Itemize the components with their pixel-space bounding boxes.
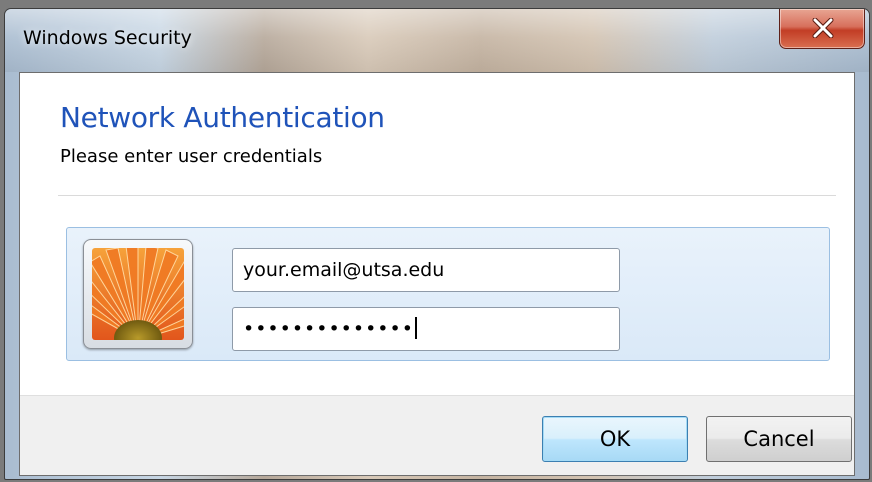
cancel-button[interactable]: Cancel bbox=[706, 416, 852, 462]
title-bar[interactable]: Windows Security bbox=[5, 9, 869, 72]
close-icon bbox=[812, 18, 834, 38]
password-field[interactable]: •••••••••••••• bbox=[232, 307, 620, 351]
avatar bbox=[83, 239, 193, 349]
text-caret bbox=[414, 317, 417, 339]
user-tile-flower bbox=[92, 248, 184, 340]
dialog-subheading: Please enter user credentials bbox=[60, 146, 323, 167]
credential-tile[interactable]: your.email@utsa.edu •••••••••••••• bbox=[66, 227, 830, 361]
dialog-heading: Network Authentication bbox=[60, 101, 385, 134]
separator bbox=[58, 195, 836, 196]
ok-button[interactable]: OK bbox=[542, 416, 688, 462]
close-button[interactable] bbox=[779, 9, 865, 49]
dialog-content: Network Authentication Please enter user… bbox=[19, 72, 855, 476]
windows-security-dialog: Windows Security Network Authentication … bbox=[4, 8, 870, 480]
window-title: Windows Security bbox=[23, 27, 192, 49]
password-value: •••••••••••••• bbox=[243, 318, 414, 340]
username-value: your.email@utsa.edu bbox=[243, 259, 445, 281]
button-bar: OK Cancel bbox=[20, 395, 854, 475]
username-field[interactable]: your.email@utsa.edu bbox=[232, 248, 620, 292]
